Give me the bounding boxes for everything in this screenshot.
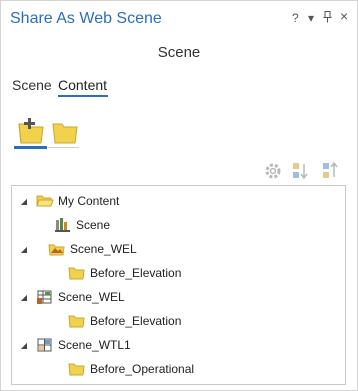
tab-scene[interactable]: Scene	[12, 77, 52, 93]
tree-item-label: Scene_WEL	[70, 242, 137, 256]
web-tile-layer-icon	[37, 338, 52, 352]
mode-divider	[48, 147, 79, 148]
tree-item-label: Scene	[76, 218, 111, 232]
content-tree[interactable]: ◢ My Content Scene ◢ Scene_WEL Before_El…	[11, 185, 346, 385]
open-folder-icon	[36, 195, 54, 207]
web-elevation-layer-icon	[48, 244, 65, 256]
tree-item-before-operational[interactable]: Before_Operational	[68, 358, 194, 380]
pane-title-bar: Share As Web Scene ? ▾ ×	[1, 1, 357, 35]
collapse-arrow-icon[interactable]: ◢	[18, 243, 30, 255]
active-tab-indicator	[58, 95, 108, 97]
sort-ascending-button[interactable]	[291, 161, 311, 181]
tree-item-my-content[interactable]: ◢ My Content	[18, 190, 119, 212]
pane-title: Share As Web Scene	[10, 10, 162, 27]
folder-icon	[68, 315, 85, 328]
help-button[interactable]: ?	[292, 11, 299, 25]
content-mode-button[interactable]	[49, 114, 81, 146]
pane-menu-button[interactable]: ▾	[308, 11, 314, 25]
folder-icon	[68, 267, 85, 280]
collapse-arrow-icon[interactable]: ◢	[18, 291, 30, 303]
tree-item-label: Before_Elevation	[90, 314, 182, 328]
sort-ascending-icon	[293, 163, 308, 180]
close-button[interactable]: ×	[340, 8, 348, 24]
collapse-arrow-icon[interactable]: ◢	[18, 339, 30, 351]
tree-item-scene[interactable]: Scene	[54, 214, 110, 236]
add-content-mode-button[interactable]	[15, 114, 47, 146]
add-folder-icon	[18, 118, 44, 144]
pin-button[interactable]	[323, 11, 332, 26]
tree-item-label: Scene_WEL	[58, 290, 125, 304]
tree-item-label: Before_Operational	[90, 362, 195, 376]
settings-button[interactable]	[263, 161, 283, 181]
tree-item-label: Scene_WTL1	[58, 338, 131, 352]
share-web-scene-pane: Share As Web Scene ? ▾ × Scene Scene Con…	[0, 0, 358, 391]
web-elevation-layer-icon	[37, 290, 52, 304]
folder-icon	[68, 363, 85, 376]
sort-descending-button[interactable]	[321, 161, 341, 181]
tree-item-before-elevation-2[interactable]: Before_Elevation	[68, 310, 181, 332]
page-subtitle: Scene	[157, 44, 201, 61]
sort-descending-icon	[323, 161, 338, 178]
tree-item-label: My Content	[58, 194, 120, 208]
tree-item-scene-wel[interactable]: ◢ Scene_WEL	[18, 238, 137, 260]
settings-icon	[265, 163, 281, 179]
pin-icon	[323, 11, 332, 23]
collapse-arrow-icon[interactable]: ◢	[18, 195, 30, 207]
tab-content[interactable]: Content	[58, 77, 107, 93]
tree-item-scene-wtl1[interactable]: ◢ Scene_WTL1	[18, 334, 131, 356]
scene-icon	[55, 218, 70, 232]
active-mode-indicator	[14, 146, 47, 149]
tree-item-before-elevation[interactable]: Before_Elevation	[68, 262, 181, 284]
tree-item-label: Before_Elevation	[90, 266, 182, 280]
tree-item-scene-wel-2[interactable]: ◢ Scene_WEL	[18, 286, 125, 308]
folder-icon	[52, 123, 78, 144]
